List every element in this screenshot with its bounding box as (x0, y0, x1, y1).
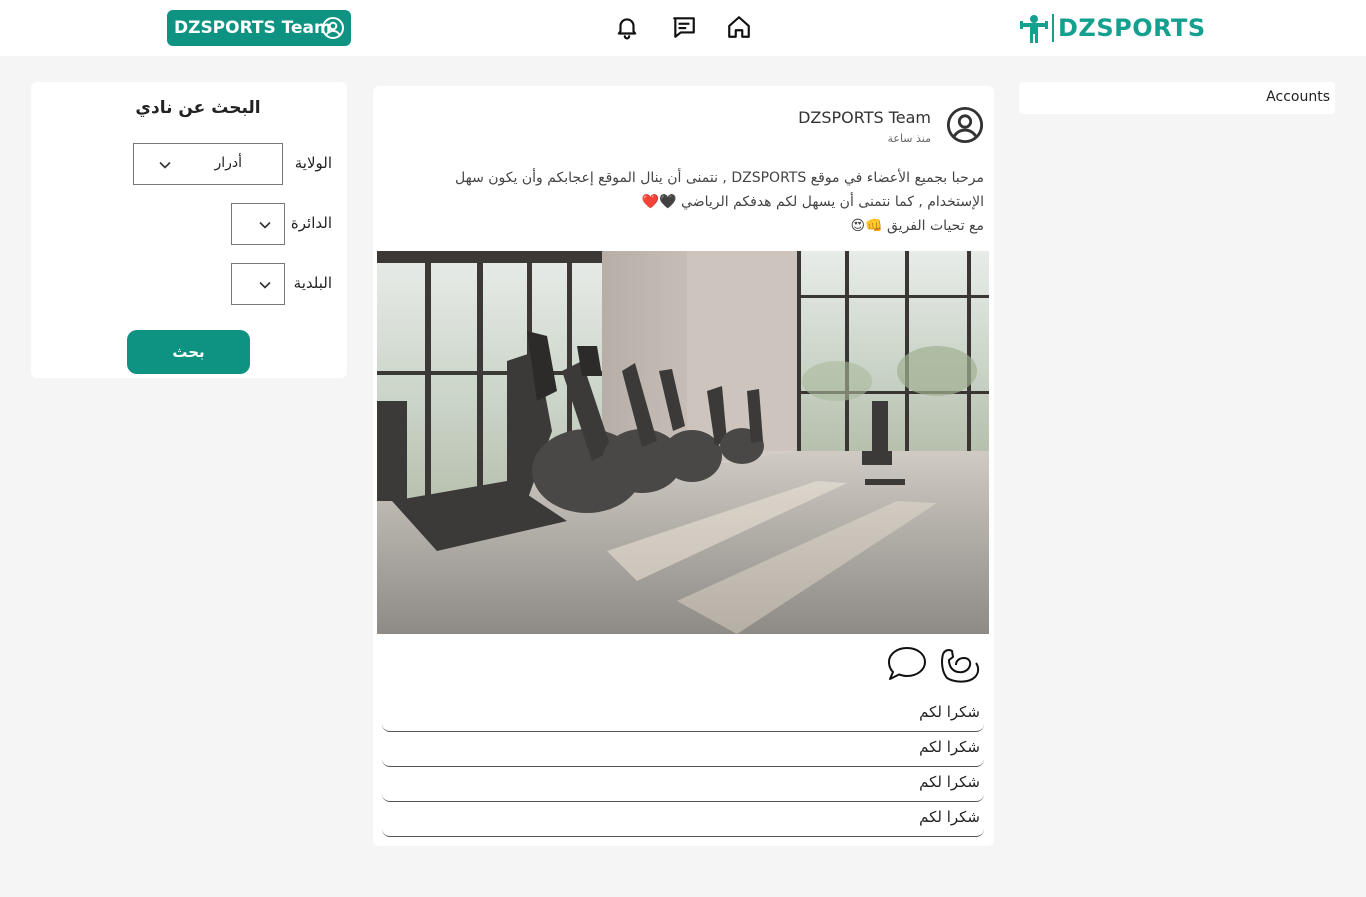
message-icon[interactable] (671, 14, 697, 40)
accounts-title: Accounts (1266, 89, 1330, 105)
comment-item: شكرا لكم (382, 735, 984, 767)
gym-photo (377, 251, 989, 634)
bell-icon[interactable] (614, 14, 640, 40)
user-circle-icon[interactable] (946, 106, 984, 144)
comment-item: شكرا لكم (382, 770, 984, 802)
top-navbar: DZSPORTS Team DZSPORTS (0, 0, 1366, 56)
profile-button[interactable]: DZSPORTS Team (167, 10, 351, 46)
club-search-panel: البحث عن نادي الولاية أدرار الدائرة البل… (31, 82, 347, 378)
comment-icon[interactable] (885, 644, 929, 684)
post-author[interactable]: DZSPORTS Team (798, 108, 931, 127)
user-circle-icon (322, 17, 344, 39)
district-label: الدائرة (290, 214, 332, 232)
profile-name: DZSPORTS Team (174, 18, 332, 38)
post-line: الإستخدام , كما نتمنى أن يسهل لكم هدفكم … (641, 194, 984, 210)
logo-text: DZSPORTS (1058, 14, 1206, 42)
state-label: الولاية (294, 154, 332, 172)
comment-item: شكرا لكم (382, 700, 984, 732)
search-title: البحث عن نادي (135, 98, 261, 118)
post-card: DZSPORTS Team منذ ساعة مرحبا بجميع الأعض… (373, 86, 994, 846)
search-button[interactable]: بحث (127, 330, 250, 374)
chevron-down-icon (259, 221, 271, 229)
state-value: أدرار (214, 155, 242, 171)
brand-logo[interactable]: DZSPORTS (1020, 11, 1206, 45)
commune-label: البلدية (293, 274, 332, 292)
post-timestamp: منذ ساعة (887, 132, 931, 145)
district-select[interactable] (231, 203, 285, 245)
athlete-logo-icon (1020, 15, 1048, 43)
post-line: مرحبا بجميع الأعضاء في موقع DZSPORTS , ن… (455, 170, 984, 186)
post-line: مع تحيات الفريق 👊😍 (850, 218, 984, 234)
comment-item: شكرا لكم (382, 805, 984, 837)
post-image[interactable] (377, 251, 989, 634)
accounts-panel: Accounts (1019, 82, 1335, 114)
home-icon[interactable] (726, 14, 752, 40)
commune-select[interactable] (231, 263, 285, 305)
flex-biceps-icon[interactable] (937, 644, 981, 684)
chevron-down-icon (259, 281, 271, 289)
state-select[interactable]: أدرار (133, 143, 283, 185)
chevron-down-icon (159, 161, 171, 169)
post-body: مرحبا بجميع الأعضاء في موقع DZSPORTS , ن… (379, 166, 984, 238)
logo-divider (1052, 14, 1054, 42)
